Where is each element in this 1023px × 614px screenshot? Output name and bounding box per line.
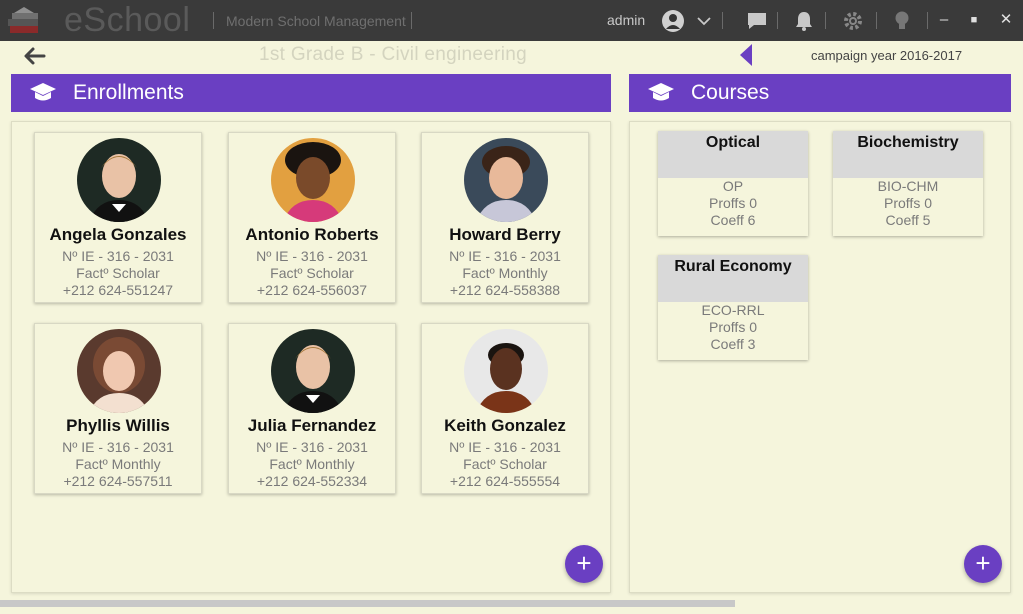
student-photo (464, 138, 548, 222)
course-profs: Proffs 0 (709, 195, 757, 211)
student-facturation: Factº Monthly (462, 265, 548, 281)
bell-icon[interactable] (792, 9, 816, 33)
student-card[interactable]: Antonio Roberts Nº IE - 316 - 2031 Factº… (228, 132, 396, 303)
course-name: Rural Economy (658, 255, 808, 302)
student-card[interactable]: Julia Fernandez Nº IE - 316 - 2031 Factº… (228, 323, 396, 494)
student-name: Julia Fernandez (247, 416, 377, 435)
student-photo (271, 329, 355, 413)
student-facturation: Factº Scholar (270, 265, 354, 281)
divider (411, 12, 412, 29)
course-coeff: Coeff 5 (885, 212, 931, 228)
title-bar: eSchool Modern School Management admin –… (0, 0, 1023, 41)
student-facturation: Factº Scholar (76, 265, 160, 281)
divider (213, 12, 214, 29)
courses-header: Courses (629, 74, 1011, 112)
student-phone: +212 624-552334 (256, 473, 368, 489)
student-number: Nº IE - 316 - 2031 (256, 439, 368, 455)
collapse-triangle-icon[interactable] (740, 44, 752, 66)
lightbulb-icon[interactable] (890, 9, 914, 33)
student-number: Nº IE - 316 - 2031 (449, 248, 561, 264)
username[interactable]: admin (607, 12, 645, 28)
add-course-button[interactable]: + (964, 545, 1002, 583)
student-name: Antonio Roberts (245, 225, 379, 244)
course-profs: Proffs 0 (884, 195, 932, 211)
student-number: Nº IE - 316 - 2031 (256, 248, 368, 264)
student-card[interactable]: Keith Gonzalez Nº IE - 316 - 2031 Factº … (421, 323, 589, 494)
divider (722, 12, 723, 29)
chat-icon[interactable] (745, 9, 769, 33)
student-phone: +212 624-555554 (449, 473, 561, 489)
add-enrollment-button[interactable]: + (565, 545, 603, 583)
gear-icon[interactable] (841, 9, 865, 33)
close-button[interactable]: ✕ (996, 10, 1016, 30)
student-photo (77, 138, 161, 222)
back-arrow-icon[interactable] (22, 45, 46, 67)
student-card[interactable]: Angela Gonzales Nº IE - 316 - 2031 Factº… (34, 132, 202, 303)
course-card[interactable]: Rural Economy ECO-RRL Proffs 0 Coeff 3 (658, 255, 808, 360)
graduation-cap-icon (648, 83, 674, 101)
divider (876, 12, 877, 29)
app-tagline: Modern School Management (226, 13, 406, 29)
course-coeff: Coeff 3 (710, 336, 756, 352)
sub-header: 1st Grade B - Civil engineering campaign… (0, 41, 1023, 71)
student-facturation: Factº Monthly (75, 456, 161, 472)
student-phone: +212 624-556037 (256, 282, 368, 298)
horizontal-scrollbar[interactable] (0, 600, 735, 607)
maximize-button[interactable]: ■ (964, 10, 984, 30)
divider (927, 12, 928, 29)
student-phone: +212 624-558388 (449, 282, 561, 298)
books-logo-icon (8, 7, 38, 33)
student-number: Nº IE - 316 - 2031 (62, 248, 174, 264)
student-photo (77, 329, 161, 413)
courses-title: Courses (691, 81, 770, 104)
student-photo (464, 329, 548, 413)
student-name: Phyllis Willis (66, 416, 170, 435)
student-name: Keith Gonzalez (444, 416, 566, 435)
divider (777, 12, 778, 29)
student-name: Howard Berry (449, 225, 561, 244)
graduation-cap-icon (30, 83, 56, 101)
student-number: Nº IE - 316 - 2031 (62, 439, 174, 455)
course-name: Optical (658, 131, 808, 178)
student-facturation: Factº Monthly (269, 456, 355, 472)
user-avatar-icon[interactable] (661, 9, 685, 33)
enrollments-title: Enrollments (73, 81, 184, 104)
student-phone: +212 624-551247 (62, 282, 174, 298)
enrollments-header: Enrollments (11, 74, 611, 112)
student-card[interactable]: Phyllis Willis Nº IE - 316 - 2031 Factº … (34, 323, 202, 494)
course-name: Biochemistry (833, 131, 983, 178)
minimize-button[interactable]: – (934, 10, 954, 30)
campaign-year[interactable]: campaign year 2016-2017 (811, 48, 962, 63)
chevron-down-icon[interactable] (692, 9, 716, 33)
course-profs: Proffs 0 (709, 319, 757, 335)
course-code: BIO-CHM (877, 178, 939, 194)
enrollments-panel: Angela Gonzales Nº IE - 316 - 2031 Factº… (11, 121, 611, 593)
app-name: eSchool (64, 1, 191, 39)
courses-panel: Optical OP Proffs 0 Coeff 6 Biochemistry… (629, 121, 1011, 593)
student-photo (271, 138, 355, 222)
course-code: ECO-RRL (701, 302, 765, 318)
course-coeff: Coeff 6 (710, 212, 756, 228)
student-card[interactable]: Howard Berry Nº IE - 316 - 2031 Factº Mo… (421, 132, 589, 303)
student-name: Angela Gonzales (49, 225, 187, 244)
student-phone: +212 624-557511 (63, 473, 173, 489)
course-code: OP (722, 178, 744, 194)
course-card[interactable]: Biochemistry BIO-CHM Proffs 0 Coeff 5 (833, 131, 983, 236)
course-card[interactable]: Optical OP Proffs 0 Coeff 6 (658, 131, 808, 236)
class-title: 1st Grade B - Civil engineering (259, 44, 528, 65)
student-number: Nº IE - 316 - 2031 (449, 439, 561, 455)
student-facturation: Factº Scholar (463, 456, 547, 472)
divider (825, 12, 826, 29)
